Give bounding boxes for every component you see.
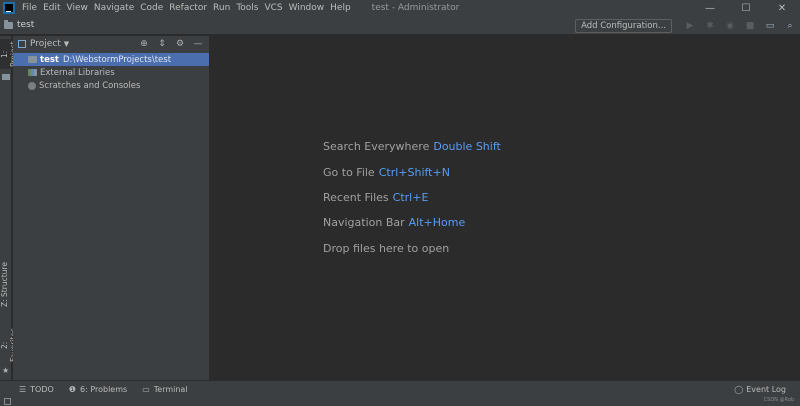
menu-edit[interactable]: Edit [40,0,63,16]
tab-problems[interactable]: ❶ 6: Problems [69,385,127,394]
event-log-label: Event Log [746,385,786,394]
tree-item-scratches[interactable]: Scratches and Consoles [13,79,209,92]
navigation-bar: test Add Configuration... ▶ ✱ ◉ ■ ▭ ⌕ [0,16,800,35]
star-icon: ★ [2,366,10,375]
collapse-all-icon[interactable]: ⇕ [156,38,168,50]
menu-window[interactable]: Window [286,0,328,16]
tab-todo[interactable]: ☰ TODO [19,385,54,394]
project-panel: Project ▼ ⊕ ⇕ ⚙ — test D:\WebstormProjec… [13,36,210,380]
tree-item-label: External Libraries [40,67,115,78]
menu-code[interactable]: Code [137,0,166,16]
event-log-button[interactable]: ◯ Event Log [734,381,786,398]
tab-project[interactable]: 1: Project [0,39,18,69]
scratches-icon [28,81,36,90]
project-view-icon [18,40,26,48]
search-icon[interactable]: ⌕ [784,20,796,32]
status-bar: CSDN @Rob [0,397,800,406]
stop-icon[interactable]: ■ [744,20,756,32]
tree-item-root[interactable]: test D:\WebstormProjects\test [13,53,209,66]
hint-navigation-bar: Navigation Bar Alt+Home [323,216,465,229]
add-configuration-button[interactable]: Add Configuration... [575,18,672,33]
terminal-icon: ▭ [142,384,150,394]
window-title: test - Administrator [371,3,460,13]
menu-help[interactable]: Help [327,0,354,16]
info-icon: ❶ [68,384,76,394]
debug-icon[interactable]: ✱ [704,20,716,32]
project-panel-title[interactable]: Project [30,39,61,49]
project-panel-actions: ⊕ ⇕ ⚙ — [135,36,207,52]
hint-recent-files: Recent Files Ctrl+E [323,191,428,204]
menu-view[interactable]: View [64,0,91,16]
locate-icon[interactable]: ⊕ [138,38,150,50]
project-tree: test D:\WebstormProjects\test External L… [13,53,209,92]
hint-search-everywhere: Search Everywhere Double Shift [323,140,501,153]
gear-icon[interactable]: ⚙ [174,38,186,50]
tab-structure[interactable]: Z: Structure [0,262,12,308]
hint-shortcut: Ctrl+E [392,191,429,204]
tab-favorites[interactable]: 2: Favorites [0,324,18,366]
folder-icon [2,74,10,80]
tab-terminal[interactable]: ▭ Terminal [142,385,187,394]
menu-bar: File Edit View Navigate Code Refactor Ru… [0,0,800,16]
editor-area[interactable]: Search Everywhere Double Shift Go to File… [211,36,800,380]
tab-problems-label: 6: Problems [79,384,128,394]
menu-run[interactable]: Run [210,0,233,16]
project-panel-header: Project ▼ ⊕ ⇕ ⚙ — [13,36,209,52]
tab-terminal-label: Terminal [153,384,188,394]
coverage-icon[interactable]: ◉ [724,20,736,32]
hint-label: Recent Files [323,191,389,204]
chevron-down-icon[interactable]: ▼ [64,40,69,48]
menu-tools[interactable]: Tools [233,0,261,16]
tree-item-path: D:\WebstormProjects\test [62,54,172,65]
tree-item-label: Scratches and Consoles [39,80,141,91]
run-icon[interactable]: ▶ [684,20,696,32]
bottom-tool-bar: ☰ TODO ❶ 6: Problems ▭ Terminal ◯ Event … [0,380,800,397]
tree-item-label: test [40,54,59,65]
hint-shortcut: Ctrl+Shift+N [378,166,450,179]
layout-icon[interactable] [4,398,11,405]
hint-label: Drop files here to open [323,242,450,255]
tree-item-external-libraries[interactable]: External Libraries [13,66,209,79]
event-log-icon: ◯ [734,385,744,394]
hint-shortcut: Double Shift [433,140,501,153]
hide-icon[interactable]: — [192,38,204,50]
webstorm-logo-icon [3,2,15,14]
hint-label: Navigation Bar [323,216,405,229]
menu-file[interactable]: File [19,0,40,16]
tab-todo-label: TODO [30,384,54,394]
hint-label: Go to File [323,166,375,179]
menu-refactor[interactable]: Refactor [166,0,210,16]
run-toolbar: Add Configuration... ▶ ✱ ◉ ■ ▭ ⌕ [575,16,800,35]
hint-label: Search Everywhere [323,140,430,153]
project-structure-icon[interactable]: ▭ [764,20,776,32]
folder-icon [4,19,13,29]
list-icon: ☰ [19,384,27,394]
breadcrumb-project[interactable]: test [17,20,34,30]
left-tool-stripe: 1: Project Z: Structure 2: Favorites ★ [0,36,18,380]
watermark: CSDN @Rob [763,397,794,403]
menu-vcs[interactable]: VCS [261,0,285,16]
close-button[interactable]: ✕ [764,0,800,16]
folder-icon [28,56,37,63]
hint-shortcut: Alt+Home [408,216,466,229]
maximize-button[interactable]: ☐ [728,0,764,16]
hint-drop-files: Drop files here to open [323,242,449,255]
library-icon [28,69,37,76]
hint-go-to-file: Go to File Ctrl+Shift+N [323,166,450,179]
menu-navigate[interactable]: Navigate [91,0,137,16]
window-controls: — ☐ ✕ [692,0,800,16]
minimize-button[interactable]: — [692,0,728,16]
